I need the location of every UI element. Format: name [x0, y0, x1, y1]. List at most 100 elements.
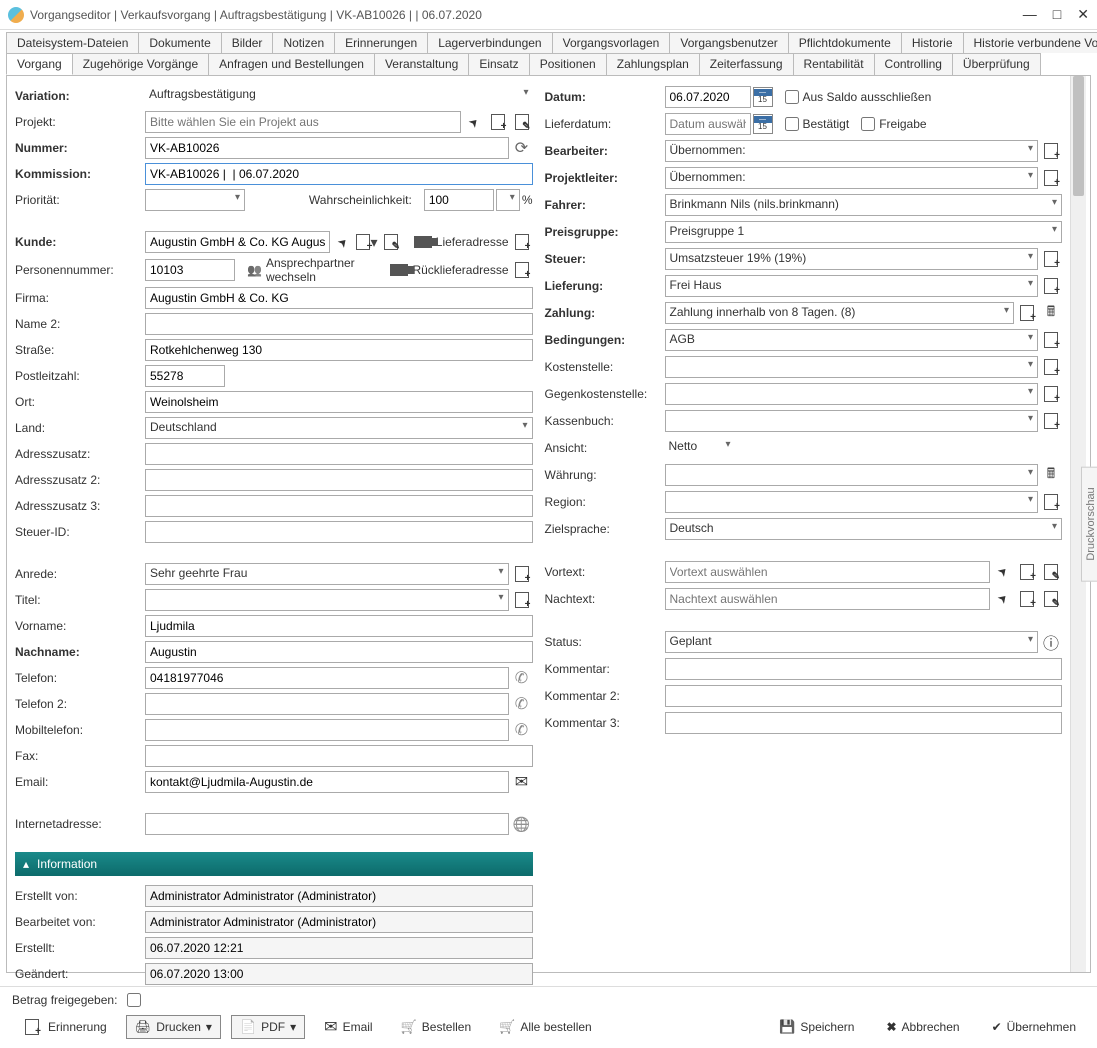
name2-input[interactable] — [145, 313, 533, 335]
telefon2-input[interactable] — [145, 693, 509, 715]
internet-input[interactable] — [145, 813, 509, 835]
kommentar-input[interactable] — [665, 658, 1063, 680]
kassenbuch-new-icon[interactable] — [1040, 410, 1062, 432]
maximize-button[interactable]: □ — [1053, 6, 1061, 23]
tab-dokumente[interactable]: Dokumente — [138, 32, 221, 53]
fax-input[interactable] — [145, 745, 533, 767]
zahlung-new-icon[interactable] — [1016, 302, 1038, 324]
tab-historie[interactable]: Historie — [901, 32, 964, 53]
nummer-refresh-icon[interactable] — [511, 137, 533, 159]
steuerid-input[interactable] — [145, 521, 533, 543]
alle-bestellen-button[interactable]: Alle bestellen — [490, 1015, 601, 1039]
bedingungen-select[interactable]: AGB — [665, 329, 1039, 351]
adresszusatz2-input[interactable] — [145, 469, 533, 491]
steuer-select[interactable]: Umsatzsteuer 19% (19%) — [665, 248, 1039, 270]
mobiltelefon-call-icon[interactable] — [511, 719, 533, 741]
bedingungen-new-icon[interactable] — [1040, 329, 1062, 351]
nachtext-new-icon[interactable] — [1016, 588, 1038, 610]
nachtext-input[interactable] — [665, 588, 991, 610]
tab-controlling[interactable]: Controlling — [874, 53, 953, 75]
tab-vorgangsvorlagen[interactable]: Vorgangsvorlagen — [552, 32, 671, 53]
datum-calendar-icon[interactable]: —15 — [753, 87, 773, 107]
druckvorschau-tab[interactable]: Druckvorschau — [1081, 466, 1097, 581]
bearbeiter-select[interactable]: Übernommen: — [665, 140, 1039, 162]
titel-select[interactable] — [145, 589, 509, 611]
information-section-header[interactable]: ▴ Information — [15, 852, 533, 876]
strasse-input[interactable] — [145, 339, 533, 361]
ort-input[interactable] — [145, 391, 533, 413]
vortext-input[interactable] — [665, 561, 991, 583]
firma-input[interactable] — [145, 287, 533, 309]
internet-open-icon[interactable] — [511, 813, 533, 835]
betrag-freigegeben-checkbox[interactable] — [127, 993, 141, 1007]
kostenstelle-new-icon[interactable] — [1040, 356, 1062, 378]
lieferdatum-calendar-icon[interactable]: —15 — [753, 114, 773, 134]
speichern-button[interactable]: Speichern — [770, 1015, 863, 1039]
kostenstelle-select[interactable] — [665, 356, 1039, 378]
abbrechen-button[interactable]: Abbrechen — [877, 1015, 968, 1039]
wahrscheinlichkeit-input[interactable] — [424, 189, 494, 211]
lieferadresse-link[interactable]: Lieferadresse — [414, 235, 509, 249]
projekt-edit-icon[interactable] — [511, 111, 533, 133]
status-info-icon[interactable] — [1040, 631, 1062, 653]
lieferadresse-new-icon[interactable] — [511, 231, 533, 253]
kunde-edit-icon[interactable] — [380, 231, 402, 253]
variation-value[interactable]: Auftragsbestätigung — [145, 85, 533, 107]
lieferdatum-input[interactable] — [665, 113, 751, 135]
tab-dateisystem-dateien[interactable]: Dateisystem-Dateien — [6, 32, 139, 53]
gegenkostenstelle-new-icon[interactable] — [1040, 383, 1062, 405]
ansprechpartner-wechseln-link[interactable]: Ansprechpartner wechseln — [247, 256, 388, 284]
datum-input[interactable] — [665, 86, 751, 108]
nachname-input[interactable] — [145, 641, 533, 663]
fahrer-select[interactable]: Brinkmann Nils (nils.brinkmann) — [665, 194, 1063, 216]
tab-zeiterfassung[interactable]: Zeiterfassung — [699, 53, 794, 75]
tab-notizen[interactable]: Notizen — [272, 32, 335, 53]
status-select[interactable]: Geplant — [665, 631, 1039, 653]
kommission-input[interactable] — [145, 163, 533, 185]
nummer-input[interactable] — [145, 137, 509, 159]
zahlung-calc-icon[interactable] — [1040, 302, 1062, 324]
zielsprache-select[interactable]: Deutsch — [665, 518, 1063, 540]
freigabe-checkbox[interactable]: Freigabe — [861, 117, 926, 131]
email-button[interactable]: Email — [315, 1013, 381, 1041]
waehrung-calc-icon[interactable] — [1040, 464, 1062, 486]
tab-zahlungsplan[interactable]: Zahlungsplan — [606, 53, 700, 75]
tab-positionen[interactable]: Positionen — [529, 53, 607, 75]
vortext-new-icon[interactable] — [1016, 561, 1038, 583]
drucken-button[interactable]: Drucken ▾ — [126, 1015, 221, 1039]
kassenbuch-select[interactable] — [665, 410, 1039, 432]
tab-rentabilität[interactable]: Rentabilität — [793, 53, 875, 75]
zahlung-select[interactable]: Zahlung innerhalb von 8 Tagen. (8) — [665, 302, 1015, 324]
plz-input[interactable] — [145, 365, 225, 387]
tab-bilder[interactable]: Bilder — [221, 32, 274, 53]
steuer-new-icon[interactable] — [1040, 248, 1062, 270]
projekt-select-icon[interactable] — [463, 111, 485, 133]
kunde-new-dropdown-icon[interactable]: ▾ — [356, 231, 378, 253]
projekt-input[interactable] — [145, 111, 461, 133]
nachtext-edit-icon[interactable] — [1040, 588, 1062, 610]
uebernehmen-button[interactable]: Übernehmen — [983, 1015, 1085, 1039]
prioritaet-select[interactable] — [145, 189, 245, 211]
gegenkostenstelle-select[interactable] — [665, 383, 1039, 405]
vorname-input[interactable] — [145, 615, 533, 637]
tab-anfragen-und-bestellungen[interactable]: Anfragen und Bestellungen — [208, 53, 375, 75]
email-input[interactable] — [145, 771, 509, 793]
mobiltelefon-input[interactable] — [145, 719, 509, 741]
tab-vorgang[interactable]: Vorgang — [6, 53, 73, 75]
projektleiter-select[interactable]: Übernommen: — [665, 167, 1039, 189]
kommentar3-input[interactable] — [665, 712, 1063, 734]
bestellen-button[interactable]: Bestellen — [392, 1015, 481, 1039]
kunde-input[interactable] — [145, 231, 330, 253]
telefon-input[interactable] — [145, 667, 509, 689]
erinnerung-button[interactable]: Erinnerung — [12, 1012, 116, 1042]
vortext-select-icon[interactable] — [992, 561, 1014, 583]
pdf-button[interactable]: PDF ▾ — [231, 1015, 305, 1039]
tab-pflichtdokumente[interactable]: Pflichtdokumente — [788, 32, 902, 53]
lieferung-select[interactable]: Frei Haus — [665, 275, 1039, 297]
scrollbar-thumb[interactable] — [1073, 76, 1084, 196]
tab-überprüfung[interactable]: Überprüfung — [952, 53, 1041, 75]
aus-saldo-checkbox[interactable]: Aus Saldo ausschließen — [785, 90, 932, 104]
ansicht-select[interactable]: Netto — [665, 437, 735, 459]
personennummer-input[interactable] — [145, 259, 235, 281]
tab-lagerverbindungen[interactable]: Lagerverbindungen — [427, 32, 552, 53]
